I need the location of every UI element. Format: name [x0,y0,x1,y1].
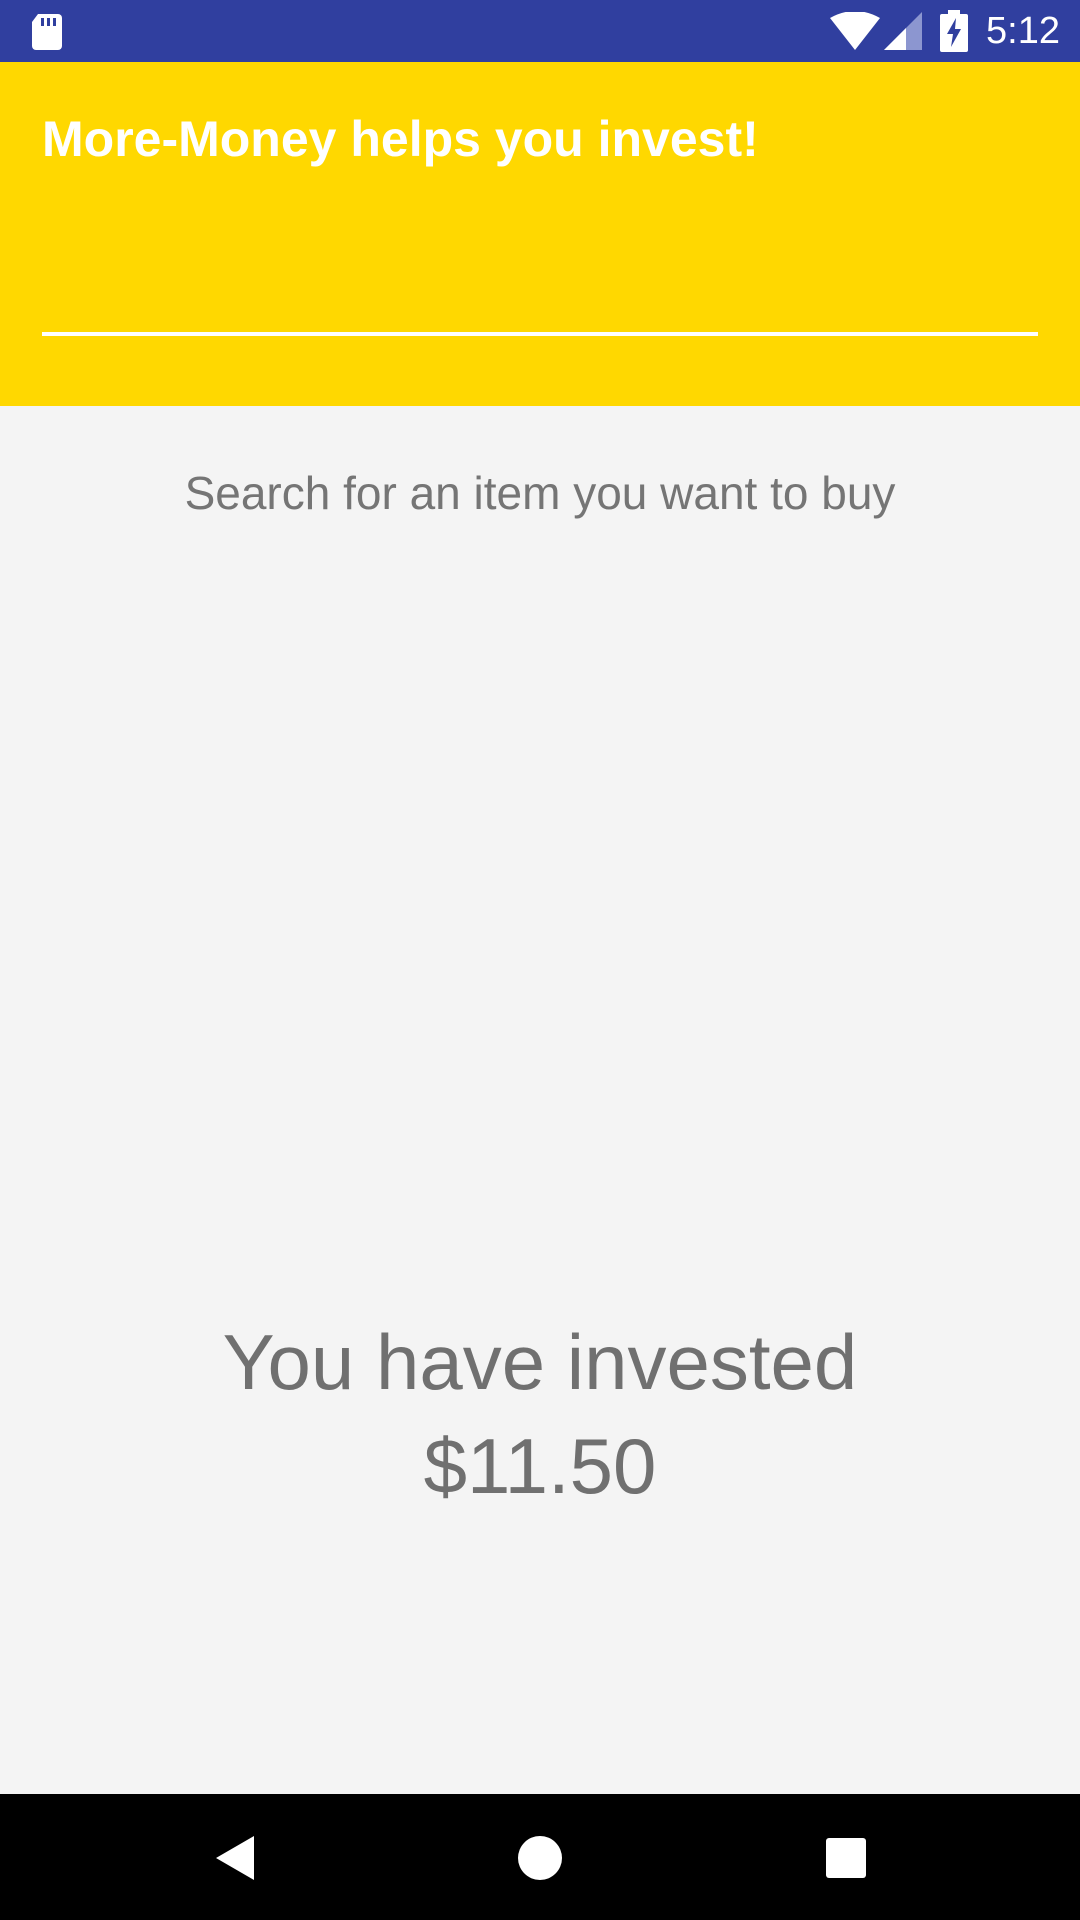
back-icon[interactable] [210,1830,266,1886]
search-hint: Search for an item you want to buy [184,467,896,519]
sd-card-icon [32,14,62,50]
search-input[interactable] [42,262,1038,336]
recents-icon[interactable] [820,1830,876,1886]
signal-icon [884,12,922,50]
app-header: More-Money helps you invest! [0,62,1080,406]
invested-amount: $11.50 [423,1422,657,1510]
battery-charging-icon [940,10,968,52]
app-title: More-Money helps you invest! [42,111,759,167]
invested-summary: You have invested $11.50 [0,1310,1080,1518]
wifi-icon [830,12,880,50]
navigation-bar [0,1794,1080,1920]
status-time: 5:12 [986,10,1060,52]
invested-label: You have invested [222,1318,858,1406]
status-bar: 5:12 [0,0,1080,62]
home-icon[interactable] [516,1830,564,1886]
